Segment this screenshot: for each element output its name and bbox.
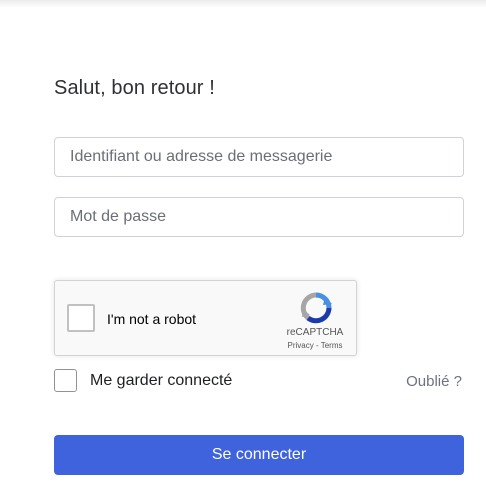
remember-me-checkbox[interactable] xyxy=(54,369,77,392)
recaptcha-links: Privacy - Terms xyxy=(279,341,351,350)
recaptcha-widget: I'm not a robot reCAPTCHA Privacy - Term… xyxy=(54,280,357,356)
recaptcha-terms-link[interactable]: Terms xyxy=(321,341,343,350)
password-field[interactable] xyxy=(54,197,464,237)
recaptcha-privacy-link[interactable]: Privacy xyxy=(288,341,314,350)
remember-me-label[interactable]: Me garder connecté xyxy=(90,372,232,390)
recaptcha-logo-icon xyxy=(300,292,332,324)
header-shadow xyxy=(0,0,486,8)
login-page: Salut, bon retour ! I'm not a robot reCA… xyxy=(0,0,486,498)
login-button[interactable]: Se connecter xyxy=(54,435,464,475)
forgot-password-link[interactable]: Oublié ? xyxy=(406,373,462,390)
recaptcha-brand: reCAPTCHA xyxy=(286,327,344,338)
username-field[interactable] xyxy=(54,137,464,177)
page-title: Salut, bon retour ! xyxy=(54,77,215,99)
recaptcha-links-separator: - xyxy=(313,341,321,350)
recaptcha-checkbox[interactable] xyxy=(67,304,95,332)
recaptcha-label: I'm not a robot xyxy=(107,311,197,327)
